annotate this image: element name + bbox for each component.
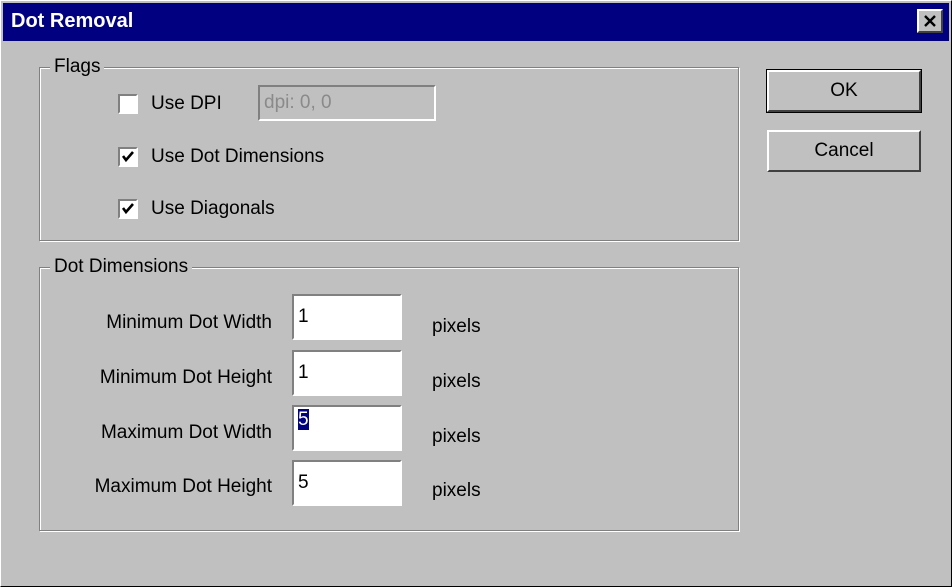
dot-dimensions-groupbox: Dot Dimensions Minimum Dot Width pixels … (39, 256, 739, 531)
max-dot-height-unit: pixels (432, 480, 481, 501)
checkmark-icon (121, 151, 134, 163)
close-icon (924, 15, 936, 27)
max-dot-width-field[interactable]: 5 (292, 405, 402, 451)
dot-dimensions-legend: Dot Dimensions (50, 256, 193, 278)
use-dpi-checkbox[interactable] (118, 94, 138, 114)
min-dot-height-field[interactable] (292, 350, 402, 396)
use-dot-dimensions-checkbox[interactable] (118, 147, 138, 167)
use-diagonals-checkbox[interactable] (118, 199, 138, 219)
close-button[interactable] (917, 9, 943, 33)
flags-legend: Flags (50, 56, 105, 78)
use-dot-dimensions-label: Use Dot Dimensions (151, 146, 325, 167)
min-dot-height-unit: pixels (432, 371, 481, 392)
min-dot-width-field[interactable] (292, 294, 402, 340)
use-dpi-label: Use DPI (151, 93, 222, 114)
dot-removal-dialog: Dot Removal Flags Use DPI Use Dot Dimens… (0, 0, 952, 587)
flags-groupbox: Flags Use DPI Use Dot Dimensions Use Dia… (39, 56, 739, 241)
max-dot-width-unit: pixels (432, 426, 481, 447)
min-dot-width-label: Minimum Dot Width (106, 312, 272, 333)
min-dot-height-label: Minimum Dot Height (99, 367, 272, 388)
min-dot-width-unit: pixels (432, 316, 481, 337)
cancel-button[interactable]: Cancel (767, 130, 921, 172)
max-dot-width-selected-text: 5 (298, 409, 309, 430)
title-bar[interactable]: Dot Removal (3, 3, 949, 41)
max-dot-width-label: Maximum Dot Width (100, 422, 272, 443)
ok-button[interactable]: OK (766, 69, 922, 113)
max-dot-height-label: Maximum Dot Height (94, 476, 272, 497)
dialog-title: Dot Removal (11, 10, 134, 32)
use-diagonals-label: Use Diagonals (151, 198, 275, 219)
checkmark-icon (121, 203, 134, 215)
dpi-field (258, 85, 436, 121)
max-dot-height-field[interactable] (292, 460, 402, 506)
